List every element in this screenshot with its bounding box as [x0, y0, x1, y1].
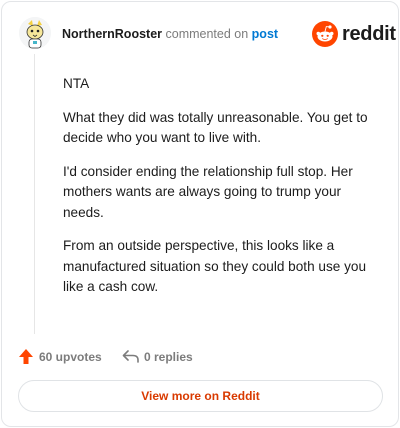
reply-count: 0 replies	[144, 350, 193, 364]
reply-arrow-icon[interactable]	[122, 349, 140, 364]
comment-paragraph: NTA	[63, 76, 90, 91]
action-text: commented on	[165, 27, 249, 41]
comment-header: NorthernRooster commented on post reddit	[2, 2, 400, 66]
author-name[interactable]: NorthernRooster	[62, 27, 162, 41]
byline: NorthernRooster commented on post	[62, 27, 278, 42]
view-more-button[interactable]: View more on Reddit	[18, 380, 383, 412]
thread-line	[34, 54, 35, 334]
comment-paragraph: From an outside perspective, this looks …	[63, 238, 367, 294]
reddit-snoo-icon	[312, 21, 338, 47]
brand-wordmark: reddit	[342, 23, 396, 45]
comment-paragraph: What they did was totally unreasonable. …	[63, 109, 368, 146]
comment-body: NTA What they did was totally unreasonab…	[63, 74, 379, 311]
comment-embed-card: NorthernRooster commented on post reddit…	[1, 1, 399, 427]
avatar-icon	[19, 17, 51, 49]
comment-paragraph: I'd consider ending the relationship ful…	[63, 163, 353, 220]
post-link[interactable]: post	[252, 27, 278, 41]
upvote-arrow-icon[interactable]	[18, 348, 34, 365]
upvote-count: 60 upvotes	[39, 350, 102, 364]
user-avatar[interactable]	[19, 17, 51, 49]
comment-stats: 60 upvotes 0 replies	[2, 346, 400, 368]
